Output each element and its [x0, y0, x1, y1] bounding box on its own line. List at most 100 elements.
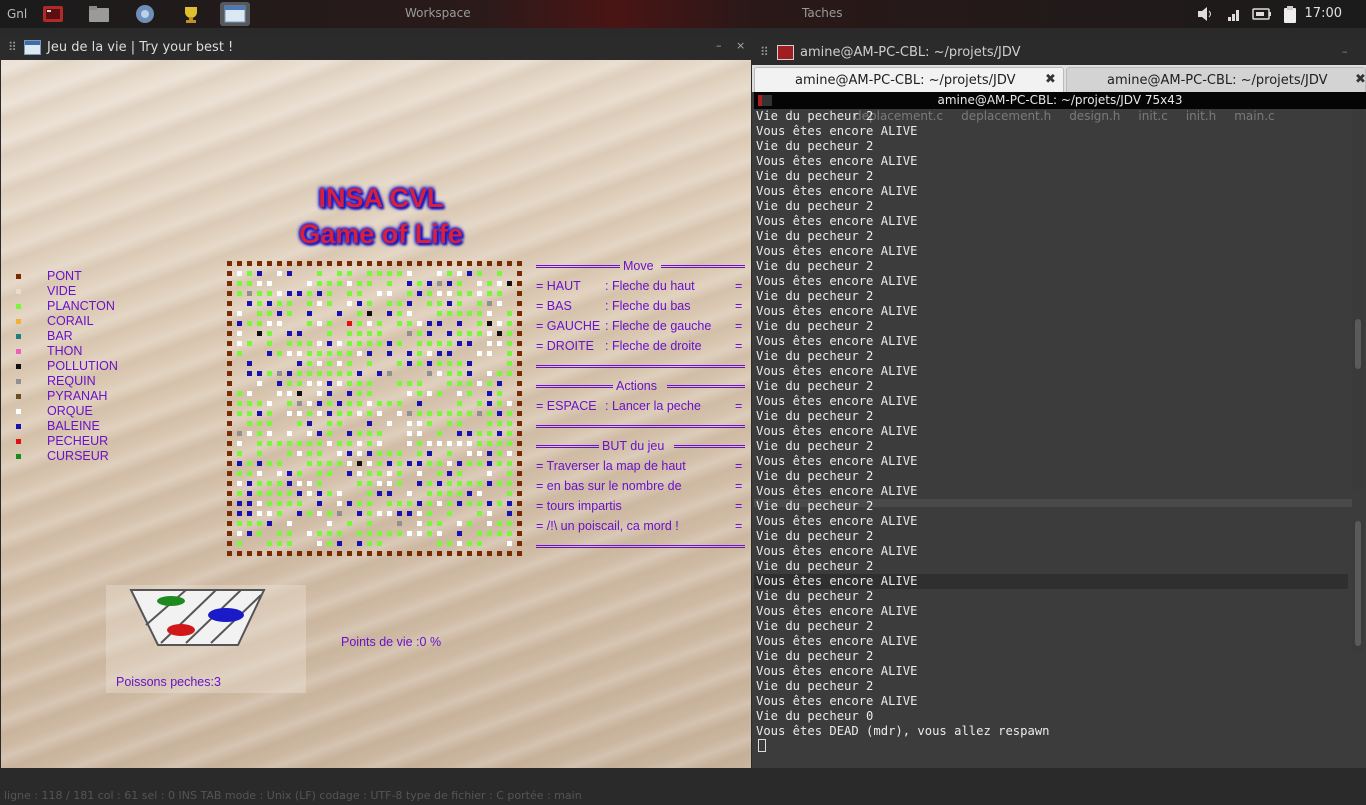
close-button[interactable]: × — [736, 39, 745, 52]
chromium-icon[interactable] — [130, 2, 160, 26]
grid-cell — [417, 361, 422, 366]
grid-cell — [477, 411, 482, 416]
grid-cell — [287, 411, 292, 416]
grid-cell — [447, 511, 452, 516]
grid-cell — [277, 261, 282, 266]
grid-cell — [257, 411, 262, 416]
window-icon[interactable] — [220, 2, 250, 26]
grid-cell — [427, 341, 432, 346]
game-canvas[interactable]: INSA CVL Game of Life PONT VIDE PLANCTON CO… — [1, 60, 751, 768]
legend-swatch — [16, 454, 21, 459]
terminal-titlebar[interactable]: ⠿ amine@AM-PC-CBL: ~/projets/JDV – — [752, 41, 1366, 65]
grid-cell — [437, 501, 442, 506]
grid-cell — [497, 441, 502, 446]
grid-cell — [237, 461, 242, 466]
scrollbar-upper[interactable] — [1352, 109, 1364, 489]
grid-cell — [367, 411, 372, 416]
grid-cell — [297, 361, 302, 366]
grid-cell — [267, 311, 272, 316]
grid-cell — [287, 341, 292, 346]
game-window-titlebar[interactable]: ⠿ Jeu de la vie | Try your best ! – × — [0, 37, 752, 60]
grid-cell — [417, 291, 422, 296]
drag-grip-icon[interactable]: ⠿ — [760, 45, 769, 59]
grid-cell — [427, 351, 432, 356]
grid-cell — [457, 331, 462, 336]
scrollbar-thumb[interactable] — [1355, 521, 1361, 646]
grid-cell — [277, 461, 282, 466]
legend-swatch — [16, 289, 21, 294]
grid-cell — [357, 381, 362, 386]
grid-cell — [297, 421, 302, 426]
grid-cell — [427, 261, 432, 266]
workspace-label[interactable]: Workspace — [405, 6, 471, 20]
clipboard-icon[interactable] — [1282, 5, 1300, 23]
grid-cell — [227, 471, 232, 476]
grid-cell — [367, 541, 372, 546]
scrollbar-thumb[interactable] — [1355, 319, 1361, 369]
grid-cell — [277, 391, 282, 396]
grid-cell — [227, 531, 232, 536]
grid-cell — [517, 531, 522, 536]
grid-cell — [307, 361, 312, 366]
grid-cell — [487, 311, 492, 316]
volume-icon[interactable] — [1196, 5, 1214, 23]
grid-cell — [287, 331, 292, 336]
grid-cell — [457, 461, 462, 466]
move-rows-desc: : Fleche du haut — [605, 279, 695, 293]
grid-cell — [397, 321, 402, 326]
grid-cell — [437, 321, 442, 326]
move-rows-key: = GAUCHE — [536, 319, 601, 333]
network-signal-icon[interactable] — [1226, 5, 1244, 23]
grid-cell — [357, 511, 362, 516]
grid-cell — [227, 401, 232, 406]
terminal-line: Vous êtes encore ALIVE — [756, 574, 918, 588]
grid-cell — [367, 321, 372, 326]
grid-cell — [477, 401, 482, 406]
app-menu-button[interactable]: Gnl — [7, 7, 27, 21]
grid-cell — [357, 331, 362, 336]
grid-cell — [317, 351, 322, 356]
terminal-line: Vous êtes encore ALIVE — [756, 484, 918, 498]
grid-cell — [277, 301, 282, 306]
minimize-button[interactable]: – — [716, 39, 722, 52]
game-window: ⠿ Jeu de la vie | Try your best ! – × IN… — [0, 37, 752, 802]
clock[interactable]: 17:00 — [1305, 6, 1342, 21]
grid-cell — [237, 391, 242, 396]
grid-cell — [447, 301, 452, 306]
tasks-label[interactable]: Taches — [802, 6, 843, 20]
grid-cell — [377, 471, 382, 476]
grid-cell — [237, 491, 242, 496]
grid-cell — [277, 491, 282, 496]
close-tab-icon[interactable]: ✖ — [1045, 72, 1056, 87]
grid-cell — [507, 461, 512, 466]
grid-cell — [307, 311, 312, 316]
grid-cell — [247, 531, 252, 536]
grid-cell — [497, 431, 502, 436]
grid-cell — [427, 551, 432, 556]
grid-cell — [297, 511, 302, 516]
grid-cell — [447, 451, 452, 456]
grid-cell — [457, 421, 462, 426]
close-tab-icon[interactable]: ✖ — [1355, 72, 1366, 87]
actions-rule-right — [667, 385, 745, 388]
terminal-output[interactable]: deplacement.c deplacement.h design.h init.c… — [754, 109, 1352, 759]
file-manager-icon[interactable] — [84, 2, 114, 26]
battery-icon[interactable] — [1252, 5, 1271, 23]
grid-cell — [467, 461, 472, 466]
grid-cell — [237, 431, 242, 436]
grid-cell — [517, 381, 522, 386]
grid-cell — [487, 481, 492, 486]
terminal-launcher-icon[interactable] — [38, 2, 68, 26]
grid-cell — [227, 371, 232, 376]
grid-cell — [437, 531, 442, 536]
scrollbar-lower[interactable] — [1352, 521, 1364, 651]
tab-terminal-2[interactable]: amine@AM-PC-CBL: ~/projets/JDV ✖ — [1066, 67, 1366, 92]
grid-cell — [417, 431, 422, 436]
grid-cell — [397, 551, 402, 556]
drag-grip-icon[interactable]: ⠿ — [8, 40, 17, 54]
grid-cell — [437, 341, 442, 346]
tab-terminal-1[interactable]: amine@AM-PC-CBL: ~/projets/JDV ✖ — [754, 67, 1064, 92]
minimize-button[interactable]: – — [1342, 45, 1348, 58]
trophy-app-icon[interactable] — [176, 2, 206, 26]
grid-cell — [337, 461, 342, 466]
